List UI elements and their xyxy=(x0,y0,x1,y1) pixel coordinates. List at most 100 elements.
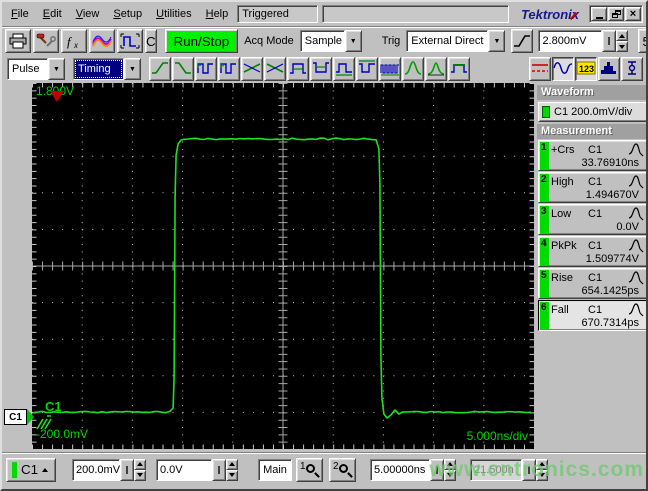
waveform-list-item[interactable]: C1 200.0mV/div xyxy=(538,102,646,122)
channel-color-swatch xyxy=(542,106,550,118)
measurement-source: C1 xyxy=(588,207,603,220)
measure-category-select[interactable]: Pulse ▼ xyxy=(7,58,65,80)
setup-tools-button[interactable] xyxy=(33,29,59,53)
spin-down-button[interactable] xyxy=(536,469,548,481)
trig-level-field[interactable]: 2.800mV xyxy=(538,30,603,52)
measurement-item-1[interactable]: 1 +Crs C1 33.76910ns xyxy=(538,140,646,171)
pos-width-button[interactable] xyxy=(287,57,309,81)
chevron-down-icon[interactable]: ▼ xyxy=(124,58,141,80)
trig-source-select[interactable]: External Direct ▼ xyxy=(406,30,506,52)
math-fx-button[interactable]: fx xyxy=(61,29,87,53)
neg-width-button[interactable] xyxy=(310,57,332,81)
horizontal-position-field[interactable]: 21.500n xyxy=(470,458,522,481)
restore-button[interactable] xyxy=(608,7,624,21)
keypad-icon[interactable] xyxy=(120,458,134,481)
measurement-name: High xyxy=(551,175,574,188)
flat-top-button[interactable] xyxy=(448,57,470,81)
measurement-item-3[interactable]: 3 Low C1 0.0V xyxy=(538,204,646,235)
chevron-down-icon[interactable]: ▼ xyxy=(488,30,506,52)
waveform-display-button[interactable] xyxy=(552,57,574,81)
pos-peak-icon xyxy=(403,60,423,79)
keypad-icon[interactable] xyxy=(430,458,444,481)
spin-down-button[interactable] xyxy=(616,41,629,52)
menu-setup[interactable]: Setup xyxy=(106,5,149,23)
app-window: File Edit View Setup Utilities Help Trig… xyxy=(0,0,648,491)
set-50-percent-button[interactable]: 50% xyxy=(638,29,646,53)
graticule[interactable]: 1.800V -200.0mV 5.000ns/div C1 xyxy=(32,83,534,449)
chevron-down-icon[interactable]: ▼ xyxy=(344,30,362,52)
channel-select-button[interactable]: C1 xyxy=(6,457,56,482)
pos-cross-button[interactable] xyxy=(241,57,263,81)
pos-duty-cycle-button[interactable] xyxy=(333,57,355,81)
period-button[interactable]: P xyxy=(218,57,240,81)
channel-color-stripe xyxy=(12,461,17,478)
keypad-icon[interactable] xyxy=(602,30,617,52)
menu-edit[interactable]: Edit xyxy=(36,5,69,23)
pulse-glyph-icon xyxy=(627,302,645,317)
neg-duty-cycle-button[interactable] xyxy=(356,57,378,81)
histogram-icon xyxy=(599,60,619,79)
spin-up-button[interactable] xyxy=(226,458,238,470)
neg-cross-icon xyxy=(265,60,285,79)
channel-marker-c1[interactable]: C1 xyxy=(4,409,34,425)
measurement-index: 2 xyxy=(541,174,547,185)
cursors-button[interactable] xyxy=(529,57,551,81)
pulse-zoom-button[interactable] xyxy=(117,29,143,53)
vertical-scale-control: 200.0mV/ xyxy=(72,458,146,481)
fall-time-icon xyxy=(173,60,193,79)
rise-time-button[interactable] xyxy=(149,57,171,81)
pulse-glyph-icon xyxy=(627,206,645,221)
measurement-item-4[interactable]: 4 PkPk C1 1.509774V xyxy=(538,236,646,267)
measure-class-value: Timing xyxy=(73,58,124,80)
c-button[interactable]: C xyxy=(145,29,157,53)
fall-time-button[interactable] xyxy=(172,57,194,81)
spin-down-button[interactable] xyxy=(444,469,456,481)
trig-source-value: External Direct xyxy=(406,30,489,52)
histogram-button[interactable] xyxy=(598,57,620,81)
menu-view[interactable]: View xyxy=(69,5,107,23)
minimize-button[interactable] xyxy=(591,7,607,21)
close-button[interactable]: × xyxy=(625,7,641,21)
vertical-offset-field[interactable]: 0.0V xyxy=(156,458,212,481)
pos-peak-button[interactable] xyxy=(402,57,424,81)
keypad-icon[interactable] xyxy=(212,458,226,481)
waveform-colors-icon xyxy=(92,33,112,49)
spin-up-button[interactable] xyxy=(444,458,456,470)
timebase-mode-box[interactable]: Main xyxy=(258,458,292,481)
mask-button[interactable] xyxy=(621,57,643,81)
vertical-scale-field[interactable]: 200.0mV/ xyxy=(72,458,123,481)
measurement-item-2[interactable]: 2 High C1 1.494670V xyxy=(538,172,646,203)
menu-help[interactable]: Help xyxy=(199,5,236,23)
zoom-2-button[interactable]: 2 xyxy=(329,457,356,482)
run-stop-button[interactable]: Run/Stop xyxy=(164,29,239,53)
waveform-trace xyxy=(32,83,534,449)
waveform-colors-button[interactable] xyxy=(89,29,115,53)
neg-cross-button[interactable] xyxy=(264,57,286,81)
spin-up-button[interactable] xyxy=(536,458,548,470)
vertical-offset-stepper xyxy=(226,458,238,481)
keypad-icon[interactable] xyxy=(522,458,536,481)
horizontal-scale-field[interactable]: 5.00000ns xyxy=(370,458,430,481)
measurement-item-6[interactable]: 6 Fall C1 670.7314ps xyxy=(538,300,646,331)
chevron-down-icon[interactable]: ▼ xyxy=(48,58,65,80)
trigger-position-marker[interactable] xyxy=(50,91,64,102)
trig-slope-button[interactable] xyxy=(511,29,534,53)
acq-mode-value: Sample xyxy=(299,30,345,52)
acq-mode-select[interactable]: Sample ▼ xyxy=(299,30,362,52)
menu-file[interactable]: File xyxy=(4,5,36,23)
printer-button[interactable] xyxy=(5,29,31,53)
menu-utilities[interactable]: Utilities xyxy=(149,5,198,23)
spin-down-button[interactable] xyxy=(134,469,146,481)
readout-button[interactable]: 123 xyxy=(575,57,597,81)
spin-up-button[interactable] xyxy=(616,30,629,41)
neg-peak-button[interactable] xyxy=(425,57,447,81)
frequency-button[interactable]: F xyxy=(195,57,217,81)
measurement-item-5[interactable]: 5 Rise C1 654.1425ps xyxy=(538,268,646,299)
burst-width-button[interactable] xyxy=(379,57,401,81)
spin-up-button[interactable] xyxy=(134,458,146,470)
measure-class-select[interactable]: Timing ▼ xyxy=(73,58,141,80)
measurement-value: 670.7314ps xyxy=(581,317,640,329)
spin-down-button[interactable] xyxy=(226,469,238,481)
zoom-2-label: 2 xyxy=(333,460,339,472)
zoom-1-button[interactable]: 1 xyxy=(296,457,323,482)
